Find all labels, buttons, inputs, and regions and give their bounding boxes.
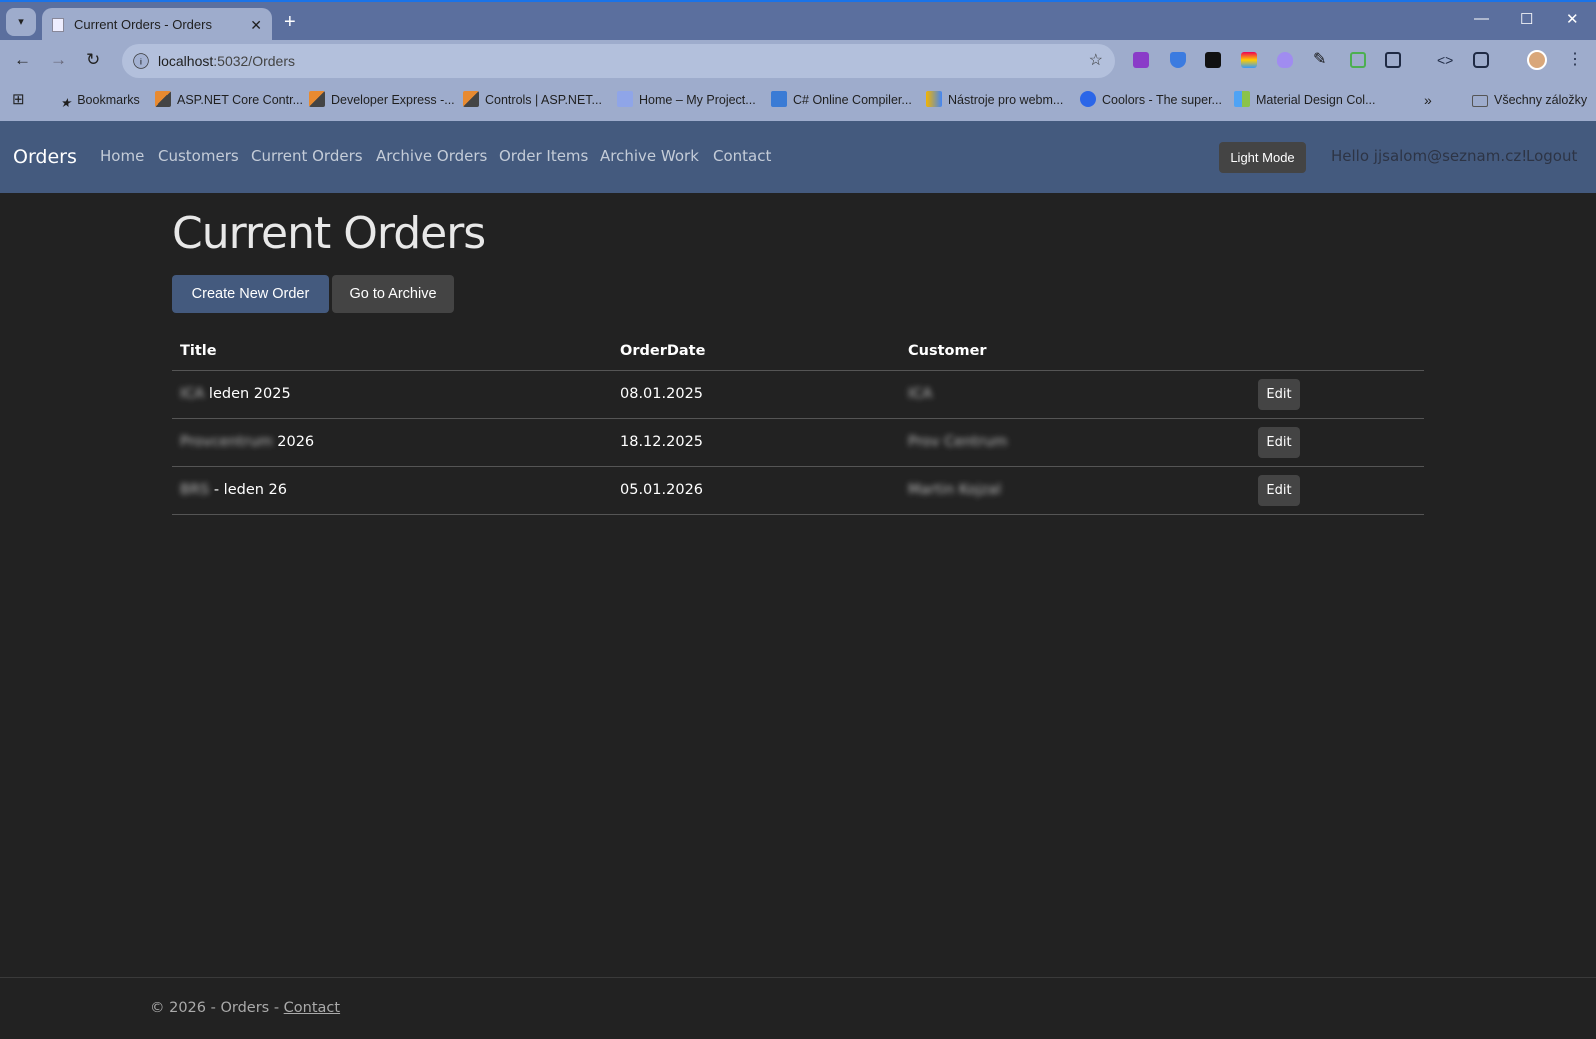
column-header-title: Title — [172, 332, 612, 371]
bookmark-item[interactable]: Coolors - The super... — [1080, 80, 1222, 120]
edit-button[interactable]: Edit — [1258, 426, 1300, 458]
edit-button[interactable]: Edit — [1258, 474, 1300, 506]
minimize-icon[interactable]: — — [1474, 10, 1489, 27]
site-info-icon[interactable]: i — [133, 53, 149, 69]
order-title: BRS - leden 26 — [172, 466, 612, 515]
close-tab-icon[interactable]: ✕ — [250, 8, 262, 42]
footer: © 2026 - Orders - Contact — [0, 977, 1596, 1039]
back-arrow-icon[interactable]: ← — [14, 50, 31, 70]
nav-customers[interactable]: Customers — [158, 121, 239, 191]
browser-toolbar: ← → ↻ i localhost:5032/Orders ☆ ✎ <> ⋮ — [0, 40, 1596, 80]
order-title: ICA leden 2025 — [172, 370, 612, 419]
bookmark-item[interactable]: Material Design Col... — [1234, 80, 1376, 120]
column-header-customer: Customer — [900, 332, 1250, 371]
bookmark-star-icon[interactable]: ☆ — [1089, 44, 1103, 78]
orders-table: Title OrderDate Customer ICA leden 2025 … — [172, 332, 1424, 515]
more-bookmarks-chevron-icon[interactable]: » — [1424, 80, 1432, 120]
order-date: 08.01.2025 — [612, 370, 900, 419]
go-to-archive-button[interactable]: Go to Archive — [332, 275, 454, 313]
tab-title: Current Orders - Orders — [74, 17, 212, 32]
bookmark-item[interactable]: Developer Express -... — [309, 80, 455, 120]
bookmark-item[interactable]: ★ Bookmarks — [60, 80, 140, 120]
order-customer: ICA — [900, 370, 1250, 419]
footer-contact-link[interactable]: Contact — [284, 1000, 340, 1016]
brand-link[interactable]: Orders — [13, 121, 77, 193]
eyedropper-icon[interactable]: ✎ — [1313, 52, 1329, 68]
maximize-icon[interactable]: ☐ — [1520, 10, 1533, 28]
bookmark-item[interactable]: C# Online Compiler... — [771, 80, 912, 120]
extension-icon[interactable] — [1277, 52, 1293, 68]
bookmark-item[interactable]: Controls | ASP.NET... — [463, 80, 602, 120]
edit-button[interactable]: Edit — [1258, 378, 1300, 410]
extensions-puzzle-icon[interactable] — [1385, 52, 1401, 68]
nav-archive-work[interactable]: Archive Work — [600, 121, 699, 191]
close-window-icon[interactable]: ✕ — [1566, 10, 1579, 28]
bookmark-item[interactable]: Home – My Project... — [617, 80, 756, 120]
browser-tab[interactable]: Current Orders - Orders ✕ — [42, 8, 272, 42]
apps-grid-icon[interactable]: ⊞ — [12, 80, 25, 120]
shield-extension-icon[interactable] — [1170, 52, 1186, 68]
logout-link[interactable]: Logout — [1526, 121, 1577, 191]
order-customer: Martin Kojzal — [900, 466, 1250, 515]
table-row: Provcentrum 2026 18.12.2025 Prov Centrum… — [172, 418, 1424, 467]
site-navbar: Orders Home Customers Current Orders Arc… — [0, 121, 1596, 193]
column-header-actions — [1250, 332, 1424, 371]
all-bookmarks-folder[interactable]: Všechny záložky — [1472, 80, 1587, 120]
devtools-code-icon[interactable]: <> — [1437, 52, 1453, 68]
extension-icon[interactable] — [1350, 52, 1366, 68]
bookmark-item[interactable]: ASP.NET Core Contr... — [155, 80, 303, 120]
reload-icon[interactable]: ↻ — [86, 50, 100, 70]
screenshot-icon[interactable] — [1473, 52, 1489, 68]
extension-icon[interactable] — [1133, 52, 1149, 68]
extension-icon[interactable] — [1205, 52, 1221, 68]
order-customer: Prov Centrum — [900, 418, 1250, 467]
user-greeting[interactable]: Hello jjsalom@seznam.cz! — [1331, 121, 1527, 191]
nav-order-items[interactable]: Order Items — [499, 121, 588, 191]
bookmarks-bar: ⊞ ★ Bookmarks ASP.NET Core Contr... Devel… — [0, 80, 1596, 121]
create-new-order-button[interactable]: Create New Order — [172, 275, 329, 313]
order-date: 18.12.2025 — [612, 418, 900, 467]
forward-arrow-icon[interactable]: → — [50, 50, 67, 70]
extension-icon[interactable] — [1241, 52, 1257, 68]
tab-search-chevron-icon[interactable]: ▾ — [6, 8, 36, 36]
order-title: Provcentrum 2026 — [172, 418, 612, 467]
column-header-orderdate: OrderDate — [612, 332, 900, 371]
nav-contact[interactable]: Contact — [713, 121, 771, 191]
folder-icon — [1472, 95, 1488, 107]
profile-avatar[interactable] — [1527, 50, 1547, 70]
browser-tab-strip: ▾ Current Orders - Orders ✕ + — ☐ ✕ — [0, 0, 1596, 42]
light-mode-button[interactable]: Light Mode — [1219, 142, 1306, 173]
url-path: :5032/Orders — [213, 53, 295, 69]
nav-current-orders[interactable]: Current Orders — [251, 121, 363, 191]
address-bar[interactable]: i localhost:5032/Orders ☆ — [122, 44, 1115, 78]
bookmark-item[interactable]: Nástroje pro webm... — [926, 80, 1063, 120]
footer-copyright: © 2026 - Orders - — [150, 1000, 284, 1016]
star-icon: ★ — [60, 96, 72, 110]
order-date: 05.01.2026 — [612, 466, 900, 515]
nav-home[interactable]: Home — [100, 121, 144, 191]
page-title: Current Orders — [172, 208, 486, 259]
new-tab-plus-icon[interactable]: + — [284, 8, 296, 36]
table-row: BRS - leden 26 05.01.2026 Martin Kojzal … — [172, 466, 1424, 515]
menu-kebab-icon[interactable]: ⋮ — [1567, 52, 1583, 68]
nav-archive-orders[interactable]: Archive Orders — [376, 121, 487, 191]
url-host: localhost — [158, 53, 214, 69]
page-favicon-icon — [52, 18, 64, 32]
table-row: ICA leden 2025 08.01.2025 ICA Edit — [172, 370, 1424, 419]
